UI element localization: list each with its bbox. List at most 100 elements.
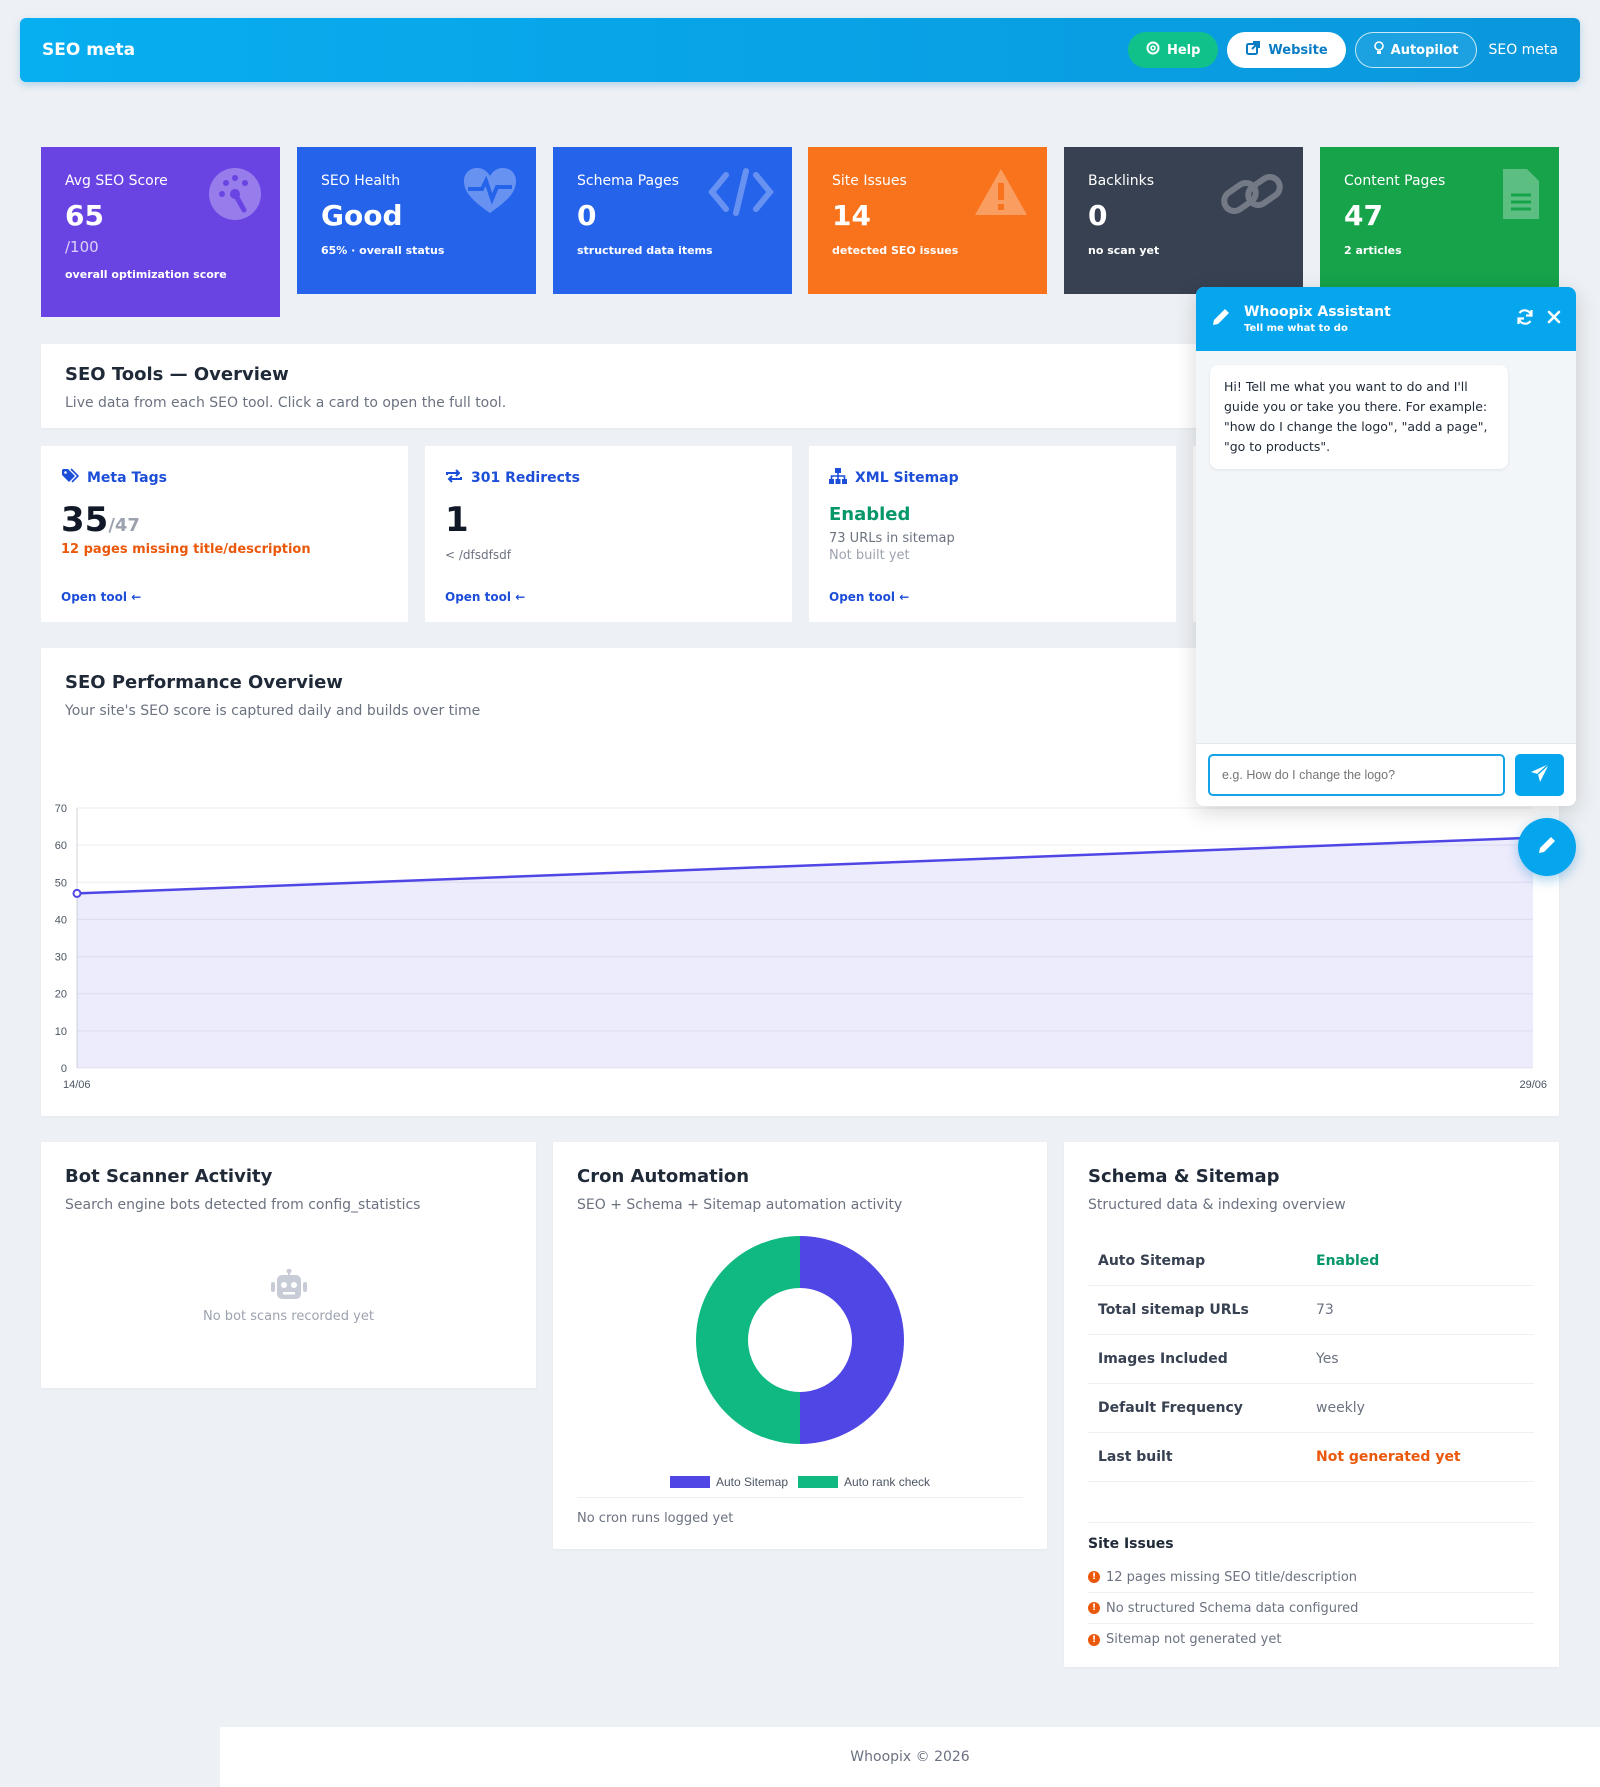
open-tool-label: Open tool (829, 590, 895, 604)
alert-icon: ! (1088, 1571, 1100, 1583)
code-icon (708, 167, 774, 221)
row-key: Auto Sitemap (1098, 1253, 1206, 1269)
top-header: SEO meta Help Website Autopilot SEO meta (20, 18, 1580, 82)
close-icon[interactable] (1546, 309, 1562, 329)
row-key: Default Frequency (1098, 1400, 1243, 1416)
site-issue-item: ! 12 pages missing SEO title/description (1088, 1562, 1534, 1593)
arrow-left-icon: ← (515, 590, 526, 604)
website-label: Website (1268, 42, 1328, 58)
lifebuoy-icon (1146, 41, 1160, 59)
website-button[interactable]: Website (1227, 32, 1346, 68)
open-tool-label: Open tool (61, 590, 127, 604)
row-key: Total sitemap URLs (1098, 1302, 1249, 1318)
y-tick-label: 50 (55, 877, 67, 889)
tool-note: 12 pages missing title/description (61, 542, 311, 557)
tool-header: 301 Redirects (445, 468, 772, 488)
stat-card-content-pages[interactable]: Content Pages 47 2 articles (1320, 147, 1559, 294)
issue-text: No structured Schema data configured (1106, 1600, 1359, 1616)
data-point (72, 888, 82, 898)
stat-card-site-issues[interactable]: Site Issues 14 detected SEO issues (808, 147, 1047, 294)
open-tool-link[interactable]: Open tool ← (445, 590, 525, 604)
assistant-message: Hi! Tell me what you want to do and I'll… (1210, 365, 1508, 469)
divider (1088, 1522, 1534, 1523)
y-tick-label: 60 (55, 840, 67, 852)
sitemap-icon (829, 468, 847, 488)
donut-slice (696, 1236, 800, 1444)
legend-item: Auto Sitemap (669, 1475, 788, 1489)
tool-value-suffix: /47 (108, 515, 140, 536)
chat-title: Whoopix Assistant (1244, 304, 1391, 320)
donut-slice (800, 1236, 904, 1444)
stat-card-avg-seo-score[interactable]: Avg SEO Score 65 /100 overall optimizati… (41, 147, 280, 317)
cron-panel: Cron Automation SEO + Schema + Sitemap a… (553, 1142, 1047, 1549)
y-tick-label: 0 (61, 1063, 67, 1075)
breadcrumb: SEO meta (1488, 42, 1558, 58)
schema-row: Auto Sitemap Enabled (1088, 1237, 1534, 1286)
link-icon (1219, 167, 1285, 225)
bot-scanner-panel: Bot Scanner Activity Search engine bots … (41, 1142, 536, 1388)
redirect-icon (445, 468, 463, 488)
paper-plane-icon (1530, 763, 1550, 787)
schema-row: Last built Not generated yet (1088, 1433, 1534, 1482)
row-value: weekly (1316, 1400, 1365, 1416)
stat-desc: 2 articles (1344, 244, 1402, 257)
section-subtitle: Search engine bots detected from config_… (65, 1197, 421, 1213)
refresh-icon[interactable] (1516, 308, 1534, 330)
stat-card-schema-pages[interactable]: Schema Pages 0 structured data items (553, 147, 792, 294)
stat-desc: structured data items (577, 244, 713, 257)
tool-value: 35/47 (61, 500, 388, 540)
alert-icon: ! (1088, 1602, 1100, 1614)
row-key: Last built (1098, 1449, 1173, 1465)
app-title: SEO meta (42, 40, 136, 60)
legend-swatch (798, 1476, 838, 1488)
schema-row: Default Frequency weekly (1088, 1384, 1534, 1433)
heart-pulse-icon (462, 167, 518, 219)
row-value: Not generated yet (1316, 1449, 1461, 1465)
page-footer: Whoopix © 2026 (220, 1727, 1600, 1787)
y-tick-label: 10 (55, 1026, 67, 1038)
schema-sitemap-panel: Schema & Sitemap Structured data & index… (1064, 1142, 1559, 1667)
open-tool-label: Open tool (445, 590, 511, 604)
tool-header: Meta Tags (61, 468, 388, 488)
tool-note: < /dfsdfsdf (445, 548, 511, 562)
stat-card-seo-health[interactable]: SEO Health Good 65% · overall status (297, 147, 536, 294)
external-link-icon (1245, 40, 1261, 60)
site-issue-item: ! Sitemap not generated yet (1088, 1624, 1534, 1655)
tool-title: XML Sitemap (855, 470, 959, 486)
schema-row: Total sitemap URLs 73 (1088, 1286, 1534, 1335)
stat-card-backlinks[interactable]: Backlinks 0 no scan yet (1064, 147, 1303, 294)
tool-value: Enabled (829, 504, 911, 525)
y-tick-label: 40 (55, 914, 67, 926)
tool-card-meta-tags[interactable]: Meta Tags 35/47 12 pages missing title/d… (41, 446, 408, 622)
chat-input[interactable] (1208, 754, 1505, 796)
gauge-icon (208, 167, 262, 225)
help-label: Help (1166, 42, 1201, 58)
x-tick-label: 14/06 (63, 1079, 91, 1091)
autopilot-button[interactable]: Autopilot (1354, 32, 1478, 68)
tool-title: 301 Redirects (471, 470, 580, 486)
help-button[interactable]: Help (1127, 32, 1219, 68)
series-area (77, 837, 1533, 1068)
site-issues-title: Site Issues (1088, 1536, 1174, 1552)
section-subtitle: SEO + Schema + Sitemap automation activi… (577, 1197, 903, 1213)
pencil-icon (1210, 306, 1232, 332)
row-value: Enabled (1316, 1253, 1380, 1269)
open-tool-link[interactable]: Open tool ← (61, 590, 141, 604)
site-issue-item: ! No structured Schema data configured (1088, 1593, 1534, 1624)
stat-desc: 65% · overall status (321, 244, 445, 257)
cron-donut-chart (696, 1236, 904, 1444)
empty-state: No bot scans recorded yet (41, 1268, 536, 1324)
tool-card-301-redirects[interactable]: 301 Redirects 1 < /dfsdfsdf Open tool ← (425, 446, 792, 622)
section-title: Bot Scanner Activity (65, 1166, 273, 1187)
warning-icon (973, 167, 1029, 221)
send-button[interactable] (1515, 754, 1564, 796)
open-tool-link[interactable]: Open tool ← (829, 590, 909, 604)
tool-value: 1 (445, 500, 469, 540)
tool-card-xml-sitemap[interactable]: XML Sitemap Enabled 73 URLs in sitemap N… (809, 446, 1176, 622)
stat-desc: no scan yet (1088, 244, 1160, 257)
assistant-toggle-button[interactable] (1518, 818, 1576, 876)
stat-desc: overall optimization score (65, 268, 227, 281)
header-actions: Help Website Autopilot SEO meta (1127, 32, 1558, 68)
x-tick-label: 29/06 (1519, 1079, 1547, 1091)
stat-sub: /100 (65, 238, 99, 256)
